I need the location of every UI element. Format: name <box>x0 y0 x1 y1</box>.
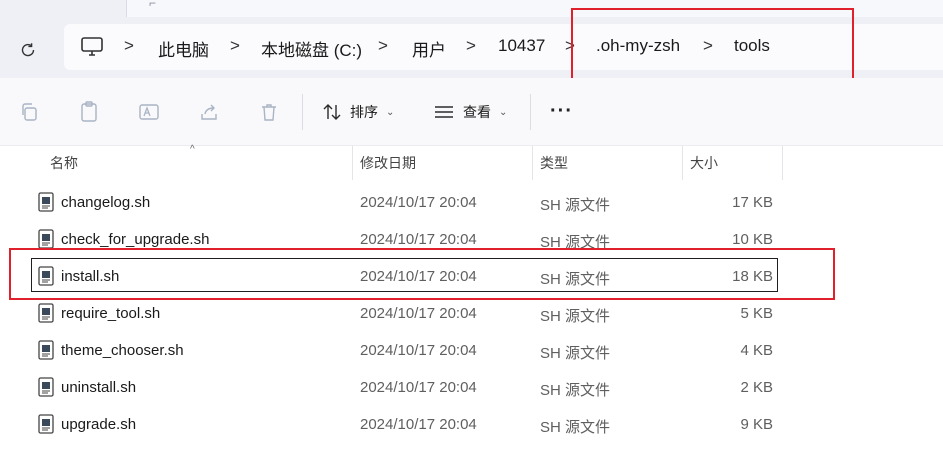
sh-file-icon <box>38 192 54 212</box>
file-size: 10 KB <box>732 231 773 248</box>
breadcrumb-separator: > <box>230 36 240 55</box>
breadcrumb-separator: > <box>378 36 388 55</box>
sh-file-icon <box>38 414 54 434</box>
file-name: check_for_upgrade.sh <box>61 231 210 248</box>
tab-icon: ⌐ <box>149 0 157 10</box>
sort-icon <box>323 104 341 120</box>
view-button[interactable]: 查看 ⌄ <box>433 98 507 126</box>
rename-button[interactable] <box>137 100 161 124</box>
file-modified: 2024/10/17 20:04 <box>360 379 477 396</box>
file-type: SH 源文件 <box>540 197 611 214</box>
file-row[interactable]: require_tool.sh 2024/10/17 20:04 SH 源文件 … <box>0 295 943 332</box>
this-pc-icon <box>81 37 103 56</box>
file-modified: 2024/10/17 20:04 <box>360 416 477 433</box>
copy-button[interactable] <box>17 100 41 124</box>
column-modified[interactable]: 修改日期 <box>360 153 416 173</box>
refresh-button[interactable] <box>14 36 42 64</box>
column-type[interactable]: 类型 <box>540 153 568 173</box>
chevron-down-icon: ⌄ <box>499 106 508 118</box>
sort-ascending-icon: ^ <box>190 144 195 155</box>
sh-file-icon <box>38 340 54 360</box>
file-name: uninstall.sh <box>61 379 137 396</box>
column-name[interactable]: 名称 <box>50 153 78 173</box>
breadcrumb-separator: > <box>124 36 134 55</box>
file-size: 2 KB <box>740 379 773 396</box>
file-type: SH 源文件 <box>540 419 611 436</box>
breadcrumb-this-pc[interactable]: 此电脑 <box>158 36 209 61</box>
refresh-icon <box>21 43 35 57</box>
more-options-button[interactable]: ··· <box>550 100 573 123</box>
file-modified: 2024/10/17 20:04 <box>360 194 477 211</box>
column-divider[interactable] <box>682 146 683 180</box>
breadcrumb-local-disk[interactable]: 本地磁盘 (C:) <box>261 36 362 61</box>
clipboard-icon <box>81 101 97 122</box>
file-size: 9 KB <box>740 416 773 433</box>
file-name: changelog.sh <box>61 194 151 211</box>
column-divider[interactable] <box>352 146 353 180</box>
view-label: 查看 <box>463 104 491 120</box>
sort-label: 排序 <box>350 104 378 120</box>
paste-button[interactable] <box>77 100 101 124</box>
file-modified: 2024/10/17 20:04 <box>360 342 477 359</box>
share-icon <box>201 104 217 120</box>
file-type: SH 源文件 <box>540 345 611 362</box>
column-size[interactable]: 大小 <box>690 153 718 173</box>
sh-file-icon <box>38 377 54 397</box>
file-size: 5 KB <box>740 305 773 322</box>
command-bar: 排序 ⌄ 查看 ⌄ ··· <box>0 78 943 146</box>
file-name: theme_chooser.sh <box>61 342 184 359</box>
file-type: SH 源文件 <box>540 308 611 325</box>
sort-button[interactable]: 排序 ⌄ <box>322 98 394 126</box>
sh-file-icon <box>38 229 54 249</box>
file-row[interactable]: uninstall.sh 2024/10/17 20:04 SH 源文件 2 K… <box>0 369 943 406</box>
share-button[interactable] <box>197 100 221 124</box>
trash-icon <box>262 104 276 121</box>
breadcrumb-separator: > <box>466 36 476 55</box>
rename-icon <box>139 104 159 120</box>
file-row[interactable]: theme_chooser.sh 2024/10/17 20:04 SH 源文件… <box>0 332 943 369</box>
file-size: 17 KB <box>732 194 773 211</box>
chevron-down-icon: ⌄ <box>386 106 395 118</box>
column-divider[interactable] <box>782 146 783 180</box>
toolbar-divider <box>530 94 531 130</box>
file-row[interactable]: changelog.sh 2024/10/17 20:04 SH 源文件 17 … <box>0 184 943 221</box>
view-list-icon <box>435 106 453 118</box>
file-type: SH 源文件 <box>540 382 611 399</box>
file-name: upgrade.sh <box>61 416 137 433</box>
file-modified: 2024/10/17 20:04 <box>360 231 477 248</box>
file-modified: 2024/10/17 20:04 <box>360 305 477 322</box>
row-highlight-annotation <box>9 248 835 300</box>
toolbar-divider <box>302 94 303 130</box>
copy-icon <box>22 103 37 121</box>
file-row[interactable]: upgrade.sh 2024/10/17 20:04 SH 源文件 9 KB <box>0 406 943 443</box>
address-highlight-annotation <box>571 8 854 82</box>
breadcrumb-user-folder[interactable]: 10437 <box>498 36 545 56</box>
column-divider[interactable] <box>532 146 533 180</box>
file-size: 4 KB <box>740 342 773 359</box>
sh-file-icon <box>38 303 54 323</box>
breadcrumb-users[interactable]: 用户 <box>412 36 446 61</box>
column-header: ^ 名称 修改日期 类型 大小 <box>0 144 943 180</box>
delete-button[interactable] <box>257 100 281 124</box>
file-name: require_tool.sh <box>61 305 161 322</box>
